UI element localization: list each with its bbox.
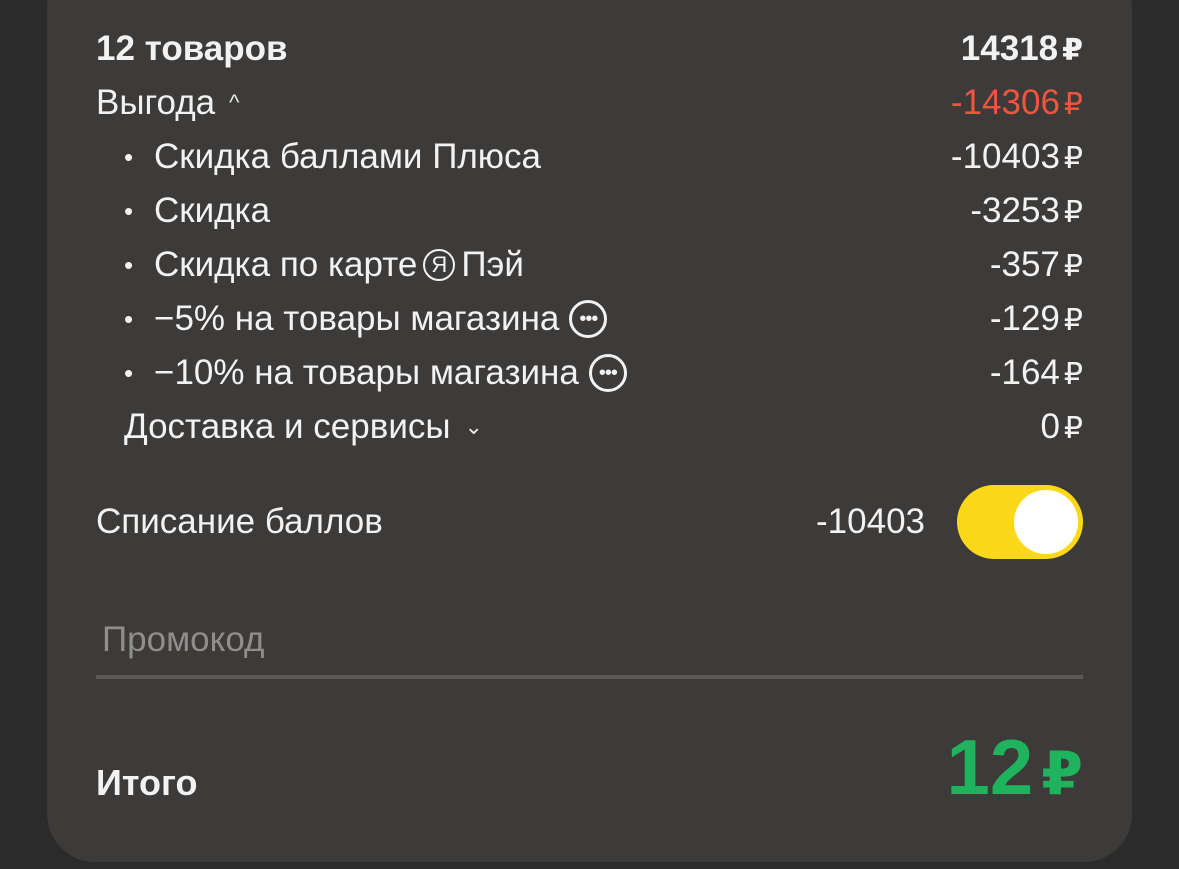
discount-row: • Скидка -3253 ₽ bbox=[96, 186, 1083, 236]
discount-label: Скидка по карте bbox=[154, 245, 418, 284]
items-summary-row: 12 товаров 14318 ₽ bbox=[96, 24, 1083, 74]
discount-amount: -357 ₽ bbox=[989, 245, 1083, 284]
points-row: Списание баллов -10403 bbox=[96, 485, 1083, 559]
delivery-label: Доставка и сервисы bbox=[124, 407, 451, 446]
toggle-knob bbox=[1014, 490, 1078, 554]
discount-amount: -164 ₽ bbox=[989, 353, 1083, 392]
discount-label: −5% на товары магазина bbox=[154, 299, 560, 338]
delivery-amount: 0 ₽ bbox=[1040, 407, 1083, 446]
discount-row: • −10% на товары магазина ••• -164 ₽ bbox=[96, 348, 1083, 398]
delivery-row[interactable]: Доставка и сервисы ⌄ 0 ₽ bbox=[96, 402, 1083, 452]
discount-amount: -10403 ₽ bbox=[950, 137, 1083, 176]
discount-amount: -3253 ₽ bbox=[970, 191, 1083, 230]
chevron-up-icon[interactable]: ^ bbox=[229, 90, 239, 116]
items-count-label: 12 товаров bbox=[96, 29, 288, 68]
total-label: Итого bbox=[96, 762, 198, 803]
benefit-label: Выгода bbox=[96, 83, 216, 122]
bullet-icon: • bbox=[124, 195, 134, 226]
discount-row: • Скидка баллами Плюса -10403 ₽ bbox=[96, 132, 1083, 182]
more-dots-icon[interactable]: ••• bbox=[588, 354, 627, 392]
discount-amount: -129 ₽ bbox=[989, 299, 1083, 338]
benefit-row[interactable]: Выгода ^ -14306 ₽ bbox=[96, 78, 1083, 128]
more-dots-icon[interactable]: ••• bbox=[569, 300, 608, 338]
promo-code-input[interactable] bbox=[96, 605, 1083, 679]
bullet-icon: • bbox=[124, 141, 134, 172]
chevron-down-icon[interactable]: ⌄ bbox=[465, 414, 483, 440]
bullet-icon: • bbox=[124, 303, 134, 334]
discount-row: • Скидка по карте Я Пэй -357 ₽ bbox=[96, 240, 1083, 290]
items-total-amount: 14318 ₽ bbox=[960, 29, 1083, 68]
bullet-icon: • bbox=[124, 249, 134, 280]
points-amount: -10403 bbox=[816, 502, 925, 541]
points-label: Списание баллов bbox=[96, 502, 383, 541]
bullet-icon: • bbox=[124, 357, 134, 388]
discount-label: −10% на товары магазина bbox=[154, 353, 579, 392]
total-amount: 12 ₽ bbox=[946, 723, 1083, 811]
yandex-pay-logo-icon: Я bbox=[423, 249, 456, 281]
discount-label: Скидка bbox=[154, 191, 271, 230]
discount-label-suffix: Пэй bbox=[461, 245, 524, 284]
discount-label: Скидка баллами Плюса bbox=[154, 137, 541, 176]
discount-row: • −5% на товары магазина ••• -129 ₽ bbox=[96, 294, 1083, 344]
points-toggle[interactable] bbox=[957, 485, 1083, 559]
benefit-amount: -14306 ₽ bbox=[950, 83, 1083, 122]
